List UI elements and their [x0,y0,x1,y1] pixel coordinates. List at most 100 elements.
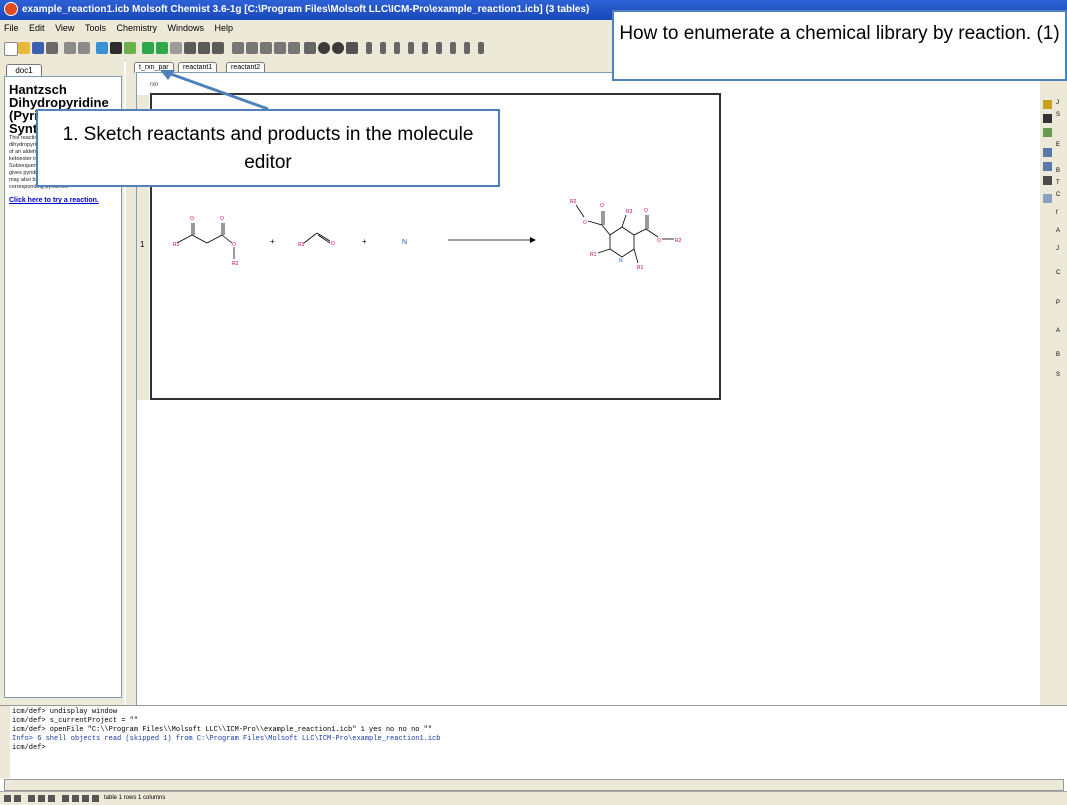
open-icon[interactable] [18,42,30,54]
align-icon-6[interactable] [436,42,442,54]
menu-file[interactable]: File [4,23,19,33]
align-icon-4[interactable] [408,42,414,54]
settings-icon[interactable] [346,42,358,54]
status-icon[interactable] [72,795,79,802]
atom-label-o: O [190,216,194,222]
console-gutter [0,706,10,778]
right-letter: B [1056,352,1061,358]
menu-view[interactable]: View [55,23,74,33]
status-icon[interactable] [48,795,55,802]
right-letter: B [1056,168,1061,174]
atom-label-r2: R2 [570,199,577,205]
rows-icon[interactable] [212,42,224,54]
atom-label-o: O [657,238,661,244]
menu-chemistry[interactable]: Chemistry [116,23,157,33]
redo-icon[interactable] [78,42,90,54]
right-letter: J [1056,246,1059,252]
menu-windows[interactable]: Windows [168,23,205,33]
save-icon[interactable] [32,42,44,54]
ammonia-nitrogen: N [402,239,407,246]
atom-label-r2: R2 [675,238,682,244]
right-letter: S [1056,372,1061,378]
window-title: example_reaction1.icb Molsoft Chemist 3.… [22,4,590,15]
status-icon[interactable] [62,795,69,802]
status-bar: table 1 rows 1 columns [0,791,1067,805]
status-icon[interactable] [28,795,35,802]
view-icon[interactable] [260,42,272,54]
right-letter: C [1056,192,1061,198]
right-letter: T [1056,180,1060,186]
atom-label-o: O [644,208,648,214]
atom-label-r1: R1 [637,265,644,271]
align-icon-5[interactable] [422,42,428,54]
undo-icon[interactable] [64,42,76,54]
filter-icon[interactable] [170,42,182,54]
try-reaction-link[interactable]: Click here to try a reaction. [9,197,117,205]
align-icon-9[interactable] [478,42,484,54]
cluster-icon[interactable] [288,42,300,54]
console-info-line: Info> 6 shell objects read (skipped 1) f… [12,735,441,743]
atom-label-r1: R1 [590,252,597,258]
console-line: icm/def> undisplay window [12,708,118,716]
right-letter: C [1056,270,1061,276]
right-letter: E [1056,142,1061,148]
add-molecule-icon[interactable] [142,42,154,54]
new-icon[interactable] [4,42,18,56]
align-icon-7[interactable] [450,42,456,54]
step1-callout: 1. Sketch reactants and products in the … [36,109,500,187]
right-letter: A [1056,228,1061,234]
right-toolbar: J S E B T C f A J C P A B S [1040,60,1067,705]
atom-label-n: N [619,258,623,264]
app-icon [4,2,18,17]
pie-icon[interactable] [332,42,344,54]
columns-icon[interactable] [198,42,210,54]
table-tabs: t_rxn_par reactant1 reactant2 [134,60,534,73]
list-icon[interactable] [1043,162,1052,171]
table-icon[interactable] [96,42,108,54]
tutorial-title-callout: How to enumerate a chemical library by r… [612,10,1067,81]
align-icon-3[interactable] [394,42,400,54]
edit-molecule-icon[interactable] [156,42,168,54]
align-icon-8[interactable] [464,42,470,54]
console-line: icm/def> openFile "C:\\Program Files\\Mo… [12,726,433,734]
right-letter: A [1056,328,1061,334]
right-letter: S [1056,112,1061,118]
column-header[interactable]: rxn [150,82,164,90]
table-icon[interactable] [1043,148,1052,157]
sphere-icon[interactable] [318,42,330,54]
layout-icon[interactable] [274,42,286,54]
reactant-aldehyde [303,232,331,244]
histogram-icon[interactable] [304,42,316,54]
pencil-icon[interactable] [1043,100,1052,109]
chart-icon[interactable] [232,42,244,54]
reaction-arrow [448,237,536,243]
chart-icon[interactable] [1043,128,1052,137]
refresh-icon[interactable] [124,42,136,54]
atom-label-o: O [600,203,604,209]
atom-label-r3: R3 [626,209,633,215]
plus-sign: + [270,237,275,246]
menu-edit[interactable]: Edit [29,23,45,33]
status-icon[interactable] [14,795,21,802]
sort-icon[interactable] [184,42,196,54]
right-letter: f [1056,210,1058,216]
status-text: table 1 rows 1 columns [104,795,166,801]
status-icon[interactable] [92,795,99,802]
menu-tools[interactable]: Tools [85,23,106,33]
search-icon[interactable] [110,42,122,54]
grid-icon[interactable] [246,42,258,54]
plus-sign: + [362,237,367,246]
binoculars-icon[interactable] [1043,114,1052,123]
console-scrollbar[interactable] [4,779,1064,791]
status-icon[interactable] [82,795,89,802]
print-icon[interactable] [46,42,58,54]
plot-icon[interactable] [1043,194,1052,203]
align-icon-2[interactable] [380,42,386,54]
align-icon-1[interactable] [366,42,372,54]
console-prompt[interactable]: icm/def> [12,744,46,753]
menu-help[interactable]: Help [215,23,234,33]
grid-icon[interactable] [1043,176,1052,185]
status-icon[interactable] [4,795,11,802]
row-number[interactable]: 1 [140,240,144,249]
status-icon[interactable] [38,795,45,802]
